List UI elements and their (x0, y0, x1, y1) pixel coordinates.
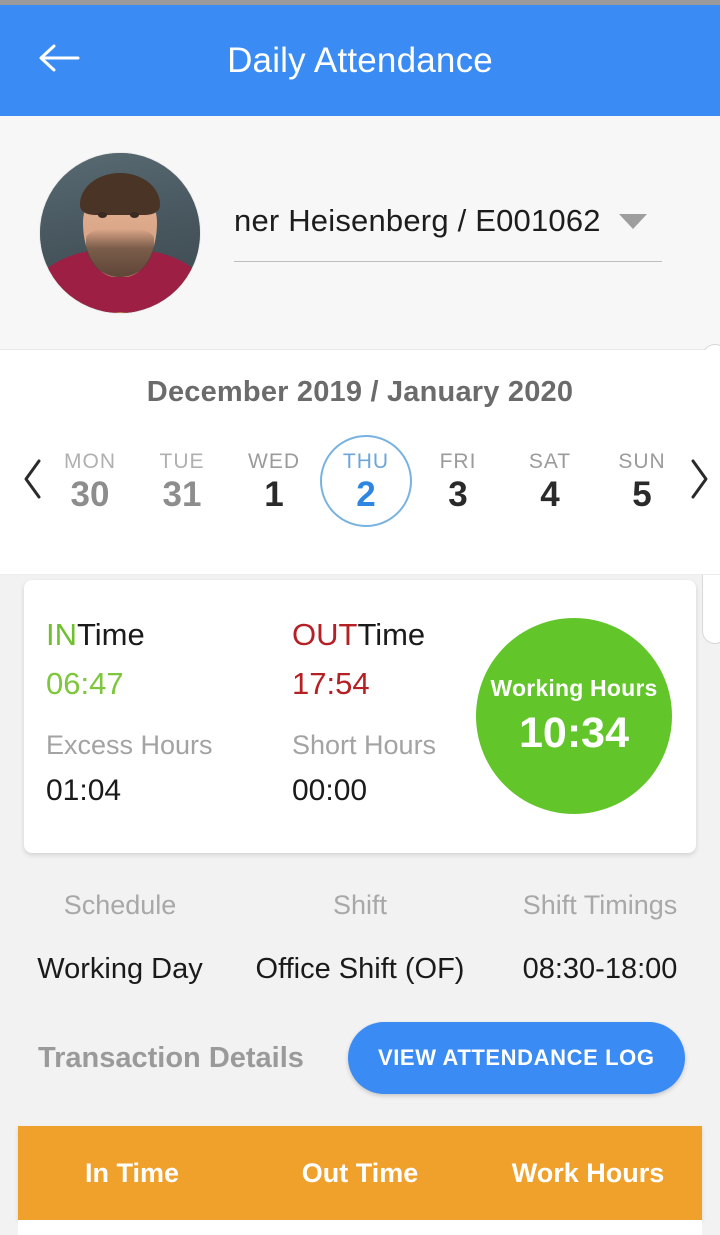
in-accent: IN (46, 617, 77, 652)
day-number: 1 (264, 474, 284, 514)
day-of-week: TUE (159, 449, 205, 473)
in-plain: Time (77, 617, 145, 652)
schedule-header: Schedule (63, 890, 177, 920)
working-hours-badge: Working Hours 10:34 (476, 618, 672, 814)
calendar-day[interactable]: FRI 3 (412, 435, 504, 527)
short-hours-value: 00:00 (292, 774, 368, 807)
day-of-week: THU (342, 449, 390, 473)
in-time-label: INTime (46, 614, 145, 656)
caret-down-icon[interactable] (618, 213, 647, 229)
shift-timings-header: Shift Timings (522, 890, 678, 920)
shift-timings-column: Shift Timings 08:30-18:00 (480, 890, 720, 986)
calendar-day[interactable]: MON 30 (44, 435, 136, 527)
day-of-week: MON (64, 449, 116, 473)
page-title: Daily Attendance (227, 40, 493, 80)
day-number: 2 (356, 474, 376, 514)
chevron-left-icon (22, 458, 44, 505)
column-header-out-time: Out Time (301, 1157, 419, 1188)
next-week-button[interactable] (688, 446, 710, 516)
attendance-summary-card: INTime 06:47 OUTTime 17:54 Excess Hours … (24, 580, 696, 853)
field-underline (234, 261, 662, 262)
out-accent: OUT (292, 617, 358, 652)
back-button[interactable] (34, 36, 84, 86)
avatar (40, 152, 200, 313)
short-hours-block: Short Hours 00:00 (292, 730, 436, 808)
employee-name: ner Heisenberg / E001062 (234, 203, 601, 238)
day-of-week: SUN (618, 449, 666, 473)
calendar-day[interactable]: WED 1 (228, 435, 320, 527)
day-number: 30 (70, 474, 110, 514)
excess-hours-value: 01:04 (46, 774, 122, 807)
view-attendance-log-button[interactable]: VIEW ATTENDANCE LOG (347, 1022, 685, 1094)
calendar-month-label: December 2019 / January 2020 (146, 376, 574, 408)
app-screen: Daily Attendance ner Heisenberg / E00106… (0, 0, 720, 1235)
column-header-in-time: In Time (84, 1157, 180, 1188)
day-number: 3 (448, 474, 468, 514)
shift-column: Shift Office Shift (OF) (240, 890, 480, 986)
chevron-right-icon (688, 458, 710, 505)
app-bar: Daily Attendance (0, 5, 720, 116)
day-number: 5 (632, 474, 652, 514)
calendar-day[interactable]: SUN 5 (596, 435, 688, 527)
in-time-value: 06:47 (46, 665, 124, 701)
excess-hours-label: Excess Hours (46, 730, 213, 760)
arrow-left-icon (38, 42, 80, 79)
day-of-week: WED (248, 449, 300, 473)
prev-week-button[interactable] (22, 446, 44, 516)
out-time-label: OUTTime (292, 614, 425, 656)
calendar-day[interactable]: SAT 4 (504, 435, 596, 527)
transaction-details-row: Transaction Details VIEW ATTENDANCE LOG (0, 1022, 720, 1094)
day-of-week: FRI (439, 449, 477, 473)
out-time-block: OUTTime 17:54 (292, 614, 425, 702)
employee-field[interactable]: ner Heisenberg / E001062 (234, 203, 720, 262)
transaction-details-label: Transaction Details (38, 1041, 304, 1074)
schedule-row: Schedule Working Day Shift Office Shift … (0, 890, 720, 986)
short-hours-label: Short Hours (292, 730, 437, 760)
calendar-days: MON 30 TUE 31 WED 1 THU 2 FRI 3 SAT 4 SU… (44, 435, 688, 527)
out-time-value: 17:54 (292, 665, 370, 701)
column-header-work-hours: Work Hours (511, 1157, 665, 1188)
calendar-day-selected[interactable]: THU 2 (320, 435, 412, 527)
calendar-day[interactable]: TUE 31 (136, 435, 228, 527)
working-hours-value: 10:34 (519, 708, 629, 757)
in-time-block: INTime 06:47 (46, 614, 145, 702)
transaction-table-body (18, 1220, 702, 1235)
out-plain: Time (357, 617, 426, 652)
excess-hours-block: Excess Hours 01:04 (46, 730, 213, 808)
day-number: 31 (162, 474, 202, 514)
shift-value: Office Shift (OF) (255, 953, 465, 985)
day-of-week: SAT (528, 449, 572, 473)
employee-selector[interactable]: ner Heisenberg / E001062 (0, 116, 720, 644)
working-hours-label: Working Hours (490, 674, 658, 701)
shift-header: Shift (332, 890, 388, 920)
shift-timings-value: 08:30-18:00 (522, 953, 678, 985)
week-calendar: December 2019 / January 2020 MON 30 TUE … (0, 350, 720, 575)
schedule-column: Schedule Working Day (0, 890, 240, 986)
transaction-table-header: In Time Out Time Work Hours (18, 1126, 702, 1220)
day-number: 4 (540, 474, 560, 514)
schedule-value: Working Day (37, 953, 203, 985)
